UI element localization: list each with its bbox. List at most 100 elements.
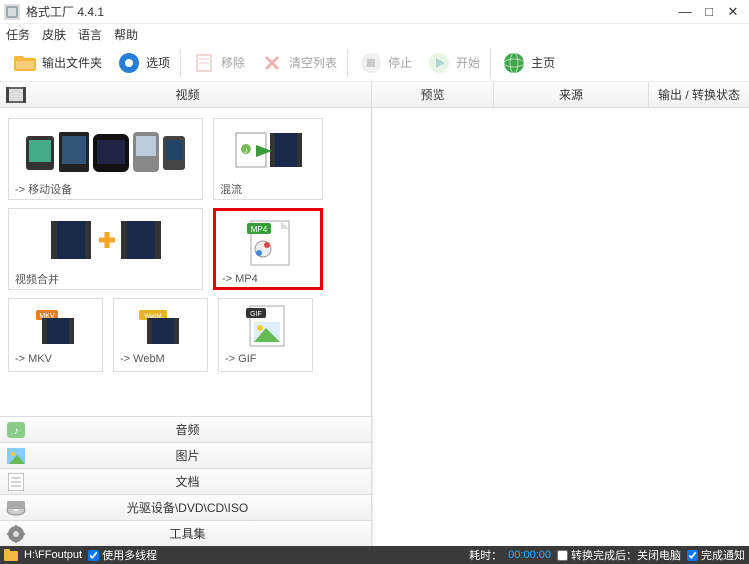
- menubar: 任务 皮肤 语言 帮助: [0, 24, 749, 44]
- audio-section-label: 音频: [28, 421, 371, 438]
- globe-icon: [501, 50, 527, 76]
- category-list: ♪ 音频 图片 文档 光驱设备\DVD\CD\ISO 工具集: [0, 416, 371, 546]
- disc-section-label: 光驱设备\DVD\CD\ISO: [28, 499, 371, 516]
- output-folder-button[interactable]: 输出文件夹: [6, 47, 108, 79]
- card-mux-label: 混流: [218, 181, 318, 197]
- card-mobile[interactable]: -> 移动设备: [8, 118, 203, 200]
- start-button[interactable]: 开始: [420, 47, 486, 79]
- disc-section-header[interactable]: 光驱设备\DVD\CD\ISO: [0, 494, 371, 520]
- options-icon: [116, 50, 142, 76]
- stop-label: 停止: [388, 54, 412, 71]
- document-section-header[interactable]: 文档: [0, 468, 371, 494]
- video-section-header[interactable]: 视频: [0, 82, 371, 108]
- main-area: 视频 -> 移动设备: [0, 82, 749, 546]
- card-mux[interactable]: ♪ 混流: [213, 118, 323, 200]
- maximize-button[interactable]: □: [697, 4, 721, 19]
- folder-small-icon: [4, 549, 18, 561]
- options-button[interactable]: 选项: [110, 47, 176, 79]
- card-mkv[interactable]: MKV -> MKV: [8, 298, 103, 372]
- merge-icon: [13, 213, 198, 267]
- app-icon: [4, 4, 20, 20]
- toolbar-separator: [490, 49, 491, 77]
- svg-text:MP4: MP4: [251, 225, 268, 234]
- statusbar: H:\FFoutput 使用多线程 耗时： 00:00:00 转换完成后：关闭电…: [0, 546, 749, 564]
- titlebar: 格式工厂 4.4.1 — □ ✕: [0, 0, 749, 24]
- card-gif[interactable]: GIF -> GIF: [218, 298, 313, 372]
- minimize-button[interactable]: —: [673, 4, 697, 19]
- image-icon: [4, 446, 28, 466]
- remove-label: 移除: [221, 54, 245, 71]
- close-button[interactable]: ✕: [721, 4, 745, 20]
- card-mobile-label: -> 移动设备: [13, 181, 198, 197]
- shutdown-checkbox[interactable]: 转换完成后：关闭电脑: [557, 547, 681, 563]
- notify-checkbox[interactable]: 完成通知: [687, 547, 745, 563]
- gif-icon: GIF: [223, 303, 308, 349]
- clear-icon: [259, 50, 285, 76]
- right-panel: 预览 来源 输出 / 转换状态: [372, 82, 749, 546]
- left-panel: 视频 -> 移动设备: [0, 82, 372, 546]
- toolbar: 输出文件夹 选项 移除 清空列表 停止 开始 主页: [0, 44, 749, 82]
- mux-icon: ♪: [218, 123, 318, 177]
- video-panel: -> 移动设备 ♪ 混流: [0, 108, 371, 416]
- col-status[interactable]: 输出 / 转换状态: [649, 82, 749, 107]
- clear-button[interactable]: 清空列表: [253, 47, 343, 79]
- document-section-label: 文档: [28, 473, 371, 490]
- tools-section-label: 工具集: [28, 525, 371, 542]
- output-path[interactable]: H:\FFoutput: [24, 549, 82, 561]
- menu-tasks[interactable]: 任务: [6, 26, 30, 43]
- image-section-header[interactable]: 图片: [0, 442, 371, 468]
- options-label: 选项: [146, 54, 170, 71]
- svg-text:GIF: GIF: [250, 311, 262, 318]
- home-label: 主页: [531, 54, 555, 71]
- task-list-body: [372, 108, 749, 546]
- stop-icon: [358, 50, 384, 76]
- audio-section-header[interactable]: ♪ 音频: [0, 416, 371, 442]
- multithread-label: 使用多线程: [102, 547, 157, 563]
- card-gif-label: -> GIF: [223, 353, 308, 365]
- card-webm-label: -> WebM: [118, 353, 203, 365]
- tools-icon: [4, 524, 28, 544]
- tools-section-header[interactable]: 工具集: [0, 520, 371, 546]
- output-folder-label: 输出文件夹: [42, 54, 102, 71]
- toolbar-separator: [180, 49, 181, 77]
- svg-text:♪: ♪: [244, 146, 248, 155]
- shutdown-label: 转换完成后：关闭电脑: [571, 547, 681, 563]
- document-icon: [4, 472, 28, 492]
- start-label: 开始: [456, 54, 480, 71]
- toolbar-separator: [347, 49, 348, 77]
- clear-label: 清空列表: [289, 54, 337, 71]
- card-merge[interactable]: 视频合并: [8, 208, 203, 290]
- notify-label: 完成通知: [701, 547, 745, 563]
- video-section-label: 视频: [28, 86, 371, 103]
- video-icon: [4, 85, 28, 105]
- menu-language[interactable]: 语言: [78, 26, 102, 43]
- image-section-label: 图片: [28, 447, 371, 464]
- elapsed-label: 耗时：: [469, 547, 502, 563]
- card-webm[interactable]: WebM -> WebM: [113, 298, 208, 372]
- col-source[interactable]: 来源: [494, 82, 649, 107]
- folder-icon: [12, 50, 38, 76]
- disc-icon: [4, 498, 28, 518]
- mp4-icon: MP4: [220, 215, 316, 269]
- card-mp4[interactable]: MP4 -> MP4: [213, 208, 323, 290]
- menu-help[interactable]: 帮助: [114, 26, 138, 43]
- card-mp4-label: -> MP4: [220, 273, 316, 285]
- svg-text:♪: ♪: [14, 426, 19, 437]
- elapsed-time: 00:00:00: [508, 549, 551, 561]
- webm-icon: WebM: [118, 303, 203, 349]
- home-button[interactable]: 主页: [495, 47, 561, 79]
- stop-button[interactable]: 停止: [352, 47, 418, 79]
- mkv-icon: MKV: [13, 303, 98, 349]
- window-title: 格式工厂 4.4.1: [26, 3, 673, 20]
- card-merge-label: 视频合并: [13, 271, 198, 287]
- remove-button[interactable]: 移除: [185, 47, 251, 79]
- mobile-devices-icon: [13, 123, 198, 177]
- card-mkv-label: -> MKV: [13, 353, 98, 365]
- remove-icon: [191, 50, 217, 76]
- menu-skin[interactable]: 皮肤: [42, 26, 66, 43]
- col-preview[interactable]: 预览: [372, 82, 494, 107]
- audio-icon: ♪: [4, 420, 28, 440]
- multithread-checkbox[interactable]: 使用多线程: [88, 547, 157, 563]
- right-header: 预览 来源 输出 / 转换状态: [372, 82, 749, 108]
- start-icon: [426, 50, 452, 76]
